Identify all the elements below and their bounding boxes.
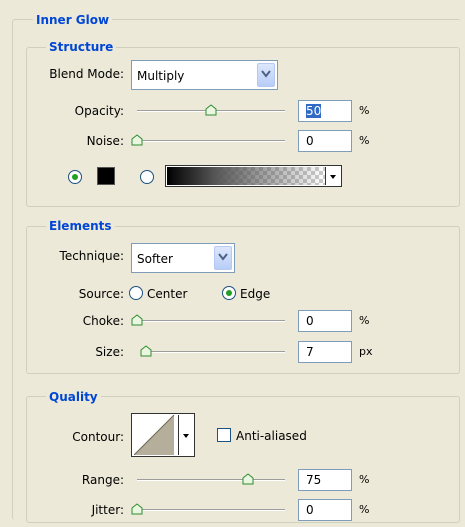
choke-value: 0 [306,314,314,328]
quality-title: Quality [46,390,101,404]
chevron-down-icon[interactable] [257,63,275,87]
choke-slider-thumb[interactable] [131,314,143,326]
jitter-label: Jitter: [91,503,124,517]
anti-aliased-checkbox[interactable] [217,428,231,442]
chevron-down-icon[interactable] [178,415,193,455]
jitter-slider-thumb[interactable] [131,503,143,515]
contour-label: Contour: [72,430,124,444]
jitter-unit: % [359,503,370,516]
range-value: 75 [306,473,322,487]
source-edge-radio[interactable] [222,286,236,300]
blend-mode-label: Blend Mode: [49,67,124,81]
size-slider-thumb[interactable] [140,345,152,357]
opacity-value: 50 [306,104,322,118]
noise-label: Noise: [86,134,124,148]
gradient-picker[interactable] [165,165,342,187]
choke-unit: % [359,314,370,327]
source-center-label[interactable]: Center [147,287,187,301]
noise-slider-track[interactable] [137,140,285,142]
choke-label: Choke: [82,314,124,328]
range-label: Range: [81,473,124,487]
opacity-input[interactable]: 50 [298,100,352,122]
range-input[interactable]: 75 [298,469,352,491]
range-slider-track[interactable] [137,479,285,481]
glow-color-swatch[interactable] [97,167,115,185]
source-edge-label[interactable]: Edge [240,287,270,301]
source-center-radio[interactable] [129,286,143,300]
contour-picker[interactable] [131,413,195,457]
choke-input[interactable]: 0 [298,310,352,332]
jitter-input[interactable]: 0 [298,499,352,521]
blend-mode-dropdown[interactable]: Multiply [131,60,278,90]
technique-label: Technique: [59,249,124,263]
contour-curve-icon [134,415,175,455]
source-label: Source: [78,287,124,301]
chevron-down-icon[interactable] [214,246,232,270]
size-input[interactable]: 7 [298,341,352,363]
gradient-swatch [167,167,325,185]
range-unit: % [359,473,370,486]
inner-glow-title: Inner Glow [33,13,113,27]
technique-dropdown[interactable]: Softer [131,243,235,273]
jitter-value: 0 [306,503,314,517]
range-slider-thumb[interactable] [242,473,254,485]
technique-value: Softer [137,252,173,266]
opacity-label: Opacity: [74,104,124,118]
noise-slider-thumb[interactable] [131,134,143,146]
noise-value: 0 [306,134,314,148]
blend-mode-value: Multiply [137,69,185,83]
opacity-unit: % [359,104,370,117]
opacity-slider-thumb[interactable] [205,104,217,116]
solid-color-radio[interactable] [68,170,82,184]
size-value: 7 [306,345,314,359]
choke-slider-track[interactable] [137,320,285,322]
size-unit: px [359,345,373,358]
chevron-down-icon[interactable] [325,167,340,185]
size-slider-track[interactable] [142,351,285,353]
size-label: Size: [95,345,124,359]
elements-title: Elements [46,219,115,233]
noise-input[interactable]: 0 [298,130,352,152]
structure-title: Structure [46,40,117,54]
noise-unit: % [359,134,370,147]
gradient-radio[interactable] [140,170,154,184]
anti-aliased-label[interactable]: Anti-aliased [236,429,307,443]
jitter-slider-track[interactable] [137,509,285,511]
